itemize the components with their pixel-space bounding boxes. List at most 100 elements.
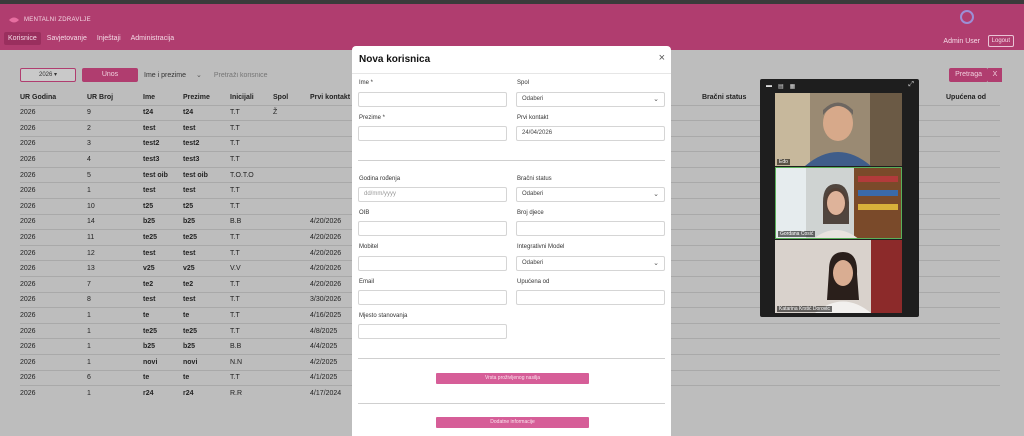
- participant-video: [775, 240, 902, 313]
- cell-inicijali: T.T: [230, 151, 273, 168]
- cell-ime: test2: [143, 135, 183, 152]
- cell-ime: te: [143, 369, 183, 386]
- col-inicijali[interactable]: Inicijali: [230, 90, 273, 105]
- spol-select[interactable]: Odaberi ⌄: [516, 92, 665, 107]
- prezime-label: Prezime *: [359, 115, 386, 121]
- clear-search-button[interactable]: X: [988, 68, 1002, 82]
- tab-injestaji[interactable]: Inještaji: [93, 32, 125, 45]
- video-tile-2[interactable]: Gordana Ćosić: [775, 167, 902, 239]
- cell-prezime: test: [183, 291, 230, 308]
- cell-ur-godina: 2026: [20, 369, 87, 386]
- integrativni-select[interactable]: Odaberi ⌄: [516, 256, 665, 271]
- prvi-kontakt-field[interactable]: 24/04/2026: [516, 126, 665, 141]
- new-user-modal: Nova korisnica × Ime * Spol Odaberi ⌄ Pre…: [352, 46, 671, 436]
- participant-name: Gordana Ćosić: [778, 231, 816, 237]
- cell-ur-godina: 2026: [20, 182, 87, 199]
- col-ur-godina[interactable]: UR Godina: [20, 90, 87, 105]
- cell-ur-godina: 2026: [20, 213, 87, 230]
- cell-ime: t24: [143, 104, 183, 121]
- expand-icon[interactable]: ⤢: [908, 81, 914, 89]
- cell-spol: [273, 260, 310, 277]
- cell-ur-godina: 2026: [20, 322, 87, 339]
- broj-djece-field[interactable]: [516, 221, 665, 236]
- mobitel-field[interactable]: [358, 256, 507, 271]
- cell-prezime: r24: [183, 385, 230, 402]
- dodatne-info-button[interactable]: Dodatne informacije: [436, 417, 589, 428]
- logo[interactable]: MENTALNI ZDRAVLJE: [8, 14, 91, 26]
- cell-ur-broj: 7: [87, 276, 143, 293]
- tab-korisnice[interactable]: Korisnice: [4, 32, 41, 45]
- nasilje-button[interactable]: Vrsta proživljenog nasilja: [436, 373, 589, 384]
- cell-ur-godina: 2026: [20, 229, 87, 246]
- cell-ur-godina: 2026: [20, 166, 87, 183]
- godina-rodjenja-field[interactable]: dd/mm/yyyy: [358, 187, 507, 202]
- section-divider: [358, 160, 665, 161]
- pretraga-button[interactable]: Pretraga: [949, 68, 988, 82]
- ime-field[interactable]: [358, 92, 507, 107]
- cell-spol: [273, 198, 310, 215]
- cell-spol: [273, 135, 310, 152]
- upucena-field[interactable]: [516, 290, 665, 305]
- cell-prezime: te25: [183, 322, 230, 339]
- search-field-select[interactable]: Ime i prezime ⌄: [144, 71, 202, 79]
- logout-button[interactable]: Logout: [987, 35, 1014, 47]
- cell-prezime: test: [183, 182, 230, 199]
- cell-ur-godina: 2026: [20, 385, 87, 402]
- bracni-select[interactable]: Odaberi ⌄: [516, 187, 665, 202]
- minimize-icon[interactable]: ▬: [766, 83, 772, 90]
- close-icon[interactable]: ×: [659, 52, 665, 64]
- cell-ime: novi: [143, 354, 183, 371]
- cell-ur-broj: 1: [87, 354, 143, 371]
- admin-user: Admin User: [943, 38, 980, 45]
- section-divider: [358, 403, 665, 404]
- video-tile-1[interactable]: Edo: [775, 93, 902, 166]
- cell-inicijali: T.T: [230, 291, 273, 308]
- col-ime[interactable]: Ime: [143, 90, 183, 105]
- unos-button[interactable]: Unos: [82, 68, 138, 82]
- tab-savjetovanje[interactable]: Savjetovanje: [43, 32, 91, 45]
- mjesto-field[interactable]: [358, 324, 507, 339]
- email-field[interactable]: [358, 290, 507, 305]
- cell-prezime: test: [183, 120, 230, 137]
- cell-ime: r24: [143, 385, 183, 402]
- modal-header-divider: [352, 73, 671, 74]
- cell-ime: test3: [143, 151, 183, 168]
- cell-spol: [273, 151, 310, 168]
- col-spol[interactable]: Spol: [273, 90, 310, 105]
- nav-tabs: Korisnice Savjetovanje Inještaji Adminis…: [4, 32, 178, 45]
- cell-ur-broj: 1: [87, 385, 143, 402]
- integrativni-label: Integrativni Model: [517, 244, 565, 250]
- broj-djece-label: Broj djece: [517, 210, 544, 216]
- prezime-field[interactable]: [358, 126, 507, 141]
- godina-label: Godina rođenja: [359, 176, 401, 182]
- search-input[interactable]: [213, 68, 304, 82]
- upucena-label: Upućena od: [517, 279, 550, 285]
- col-prezime[interactable]: Prezime: [183, 90, 230, 105]
- cell-spol: Ž: [273, 104, 310, 121]
- cell-inicijali: T.T: [230, 182, 273, 199]
- cell-inicijali: T.T: [230, 369, 273, 386]
- oib-field[interactable]: [358, 221, 507, 236]
- grid-icon[interactable]: ▦: [790, 83, 796, 90]
- cell-spol: [273, 213, 310, 230]
- year-select[interactable]: 2026 ▾: [20, 68, 76, 82]
- cell-inicijali: V.V: [230, 260, 273, 277]
- cell-prezime: te2: [183, 276, 230, 293]
- cell-inicijali: N.N: [230, 354, 273, 371]
- cell-ime: test oib: [143, 166, 183, 183]
- cell-inicijali: T.T: [230, 322, 273, 339]
- chevron-down-icon: ⌄: [653, 96, 659, 103]
- tab-administracija[interactable]: Administracija: [127, 32, 179, 45]
- ime-label: Ime *: [359, 80, 374, 86]
- prvi-kontakt-label: Prvi kontakt: [517, 115, 549, 121]
- participant-name: Katarina Krstić Dorovic: [777, 306, 832, 312]
- video-tile-3[interactable]: Katarina Krstić Dorovic: [775, 240, 902, 313]
- cell-ur-godina: 2026: [20, 276, 87, 293]
- col-ur-broj[interactable]: UR Broj: [87, 90, 143, 105]
- chevron-down-icon: ⌄: [196, 72, 202, 79]
- cell-ur-broj: 14: [87, 213, 143, 230]
- cell-inicijali: B.B: [230, 338, 273, 355]
- cell-ime: test: [143, 244, 183, 261]
- cell-spol: [273, 369, 310, 386]
- layout-icon[interactable]: ▤: [778, 83, 784, 90]
